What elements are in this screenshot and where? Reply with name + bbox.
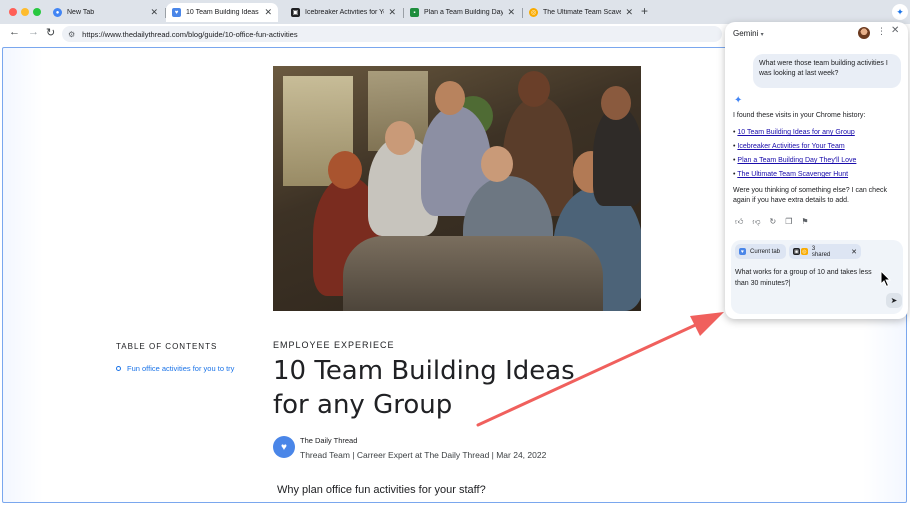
regenerate-icon[interactable]: ↻ [770,217,777,227]
close-tab-icon[interactable]: ✕ [507,7,515,18]
thumbs-down-icon[interactable]: 👎︎ [752,217,760,227]
person-head [481,146,513,182]
prompt-input[interactable]: What works for a group of 10 and takes l… [735,267,885,289]
chip-label: 3 shared [811,245,831,258]
tab-icebreaker[interactable]: ▣ Icebreaker Activities for Your ✕ [285,3,402,22]
tab-team-building[interactable]: ♥ 10 Team Building Ideas for a ✕ [166,3,278,22]
game-table [343,236,603,311]
scavenger-icon: ◎ [529,8,538,17]
tab-plan-day[interactable]: ▪ Plan a Team Building Day The ✕ [404,3,521,22]
tab-strip: ● New Tab ✕ ♥ 10 Team Building Ideas for… [0,0,910,24]
person-head [518,71,550,107]
prompt-composer: ♥ Current tab ▣ ◎ 3 shared ✕ What works … [731,240,903,314]
list-item: • 10 Team Building Ideas for any Group [733,129,855,136]
history-link[interactable]: The Ultimate Team Scavenger Hunt [737,171,848,178]
daily-thread-icon: ♥ [172,8,181,17]
user-prompt-bubble: What were those team building activities… [753,54,901,88]
tab-title: The Ultimate Team Scavenge [543,9,622,16]
list-item: • Plan a Team Building Day They'll Love [733,157,857,164]
person-head [385,121,415,155]
scavenger-icon: ◎ [800,248,808,255]
maximize-window-button[interactable] [33,8,41,16]
author-meta: Thread Team | Carreer Expert at The Dail… [300,450,547,460]
close-tab-icon[interactable]: ✕ [388,7,396,18]
new-tab-button[interactable]: + [641,4,648,18]
history-link[interactable]: 10 Team Building Ideas for any Group [737,129,854,136]
close-icon[interactable]: ✕ [891,25,899,36]
article-subhead: Why plan office fun activities for your … [277,484,486,496]
tab-scavenger-hunt[interactable]: ◎ The Ultimate Team Scavenge ✕ [523,3,639,22]
toc-title: TABLE OF CONTENTS [116,342,218,351]
forward-icon[interactable]: → [28,26,39,38]
list-item: • Icebreaker Activities for Your Team [733,143,845,150]
toc-item-fun-activities[interactable]: Fun office activities for you to try [116,364,234,373]
toc-bullet-icon [116,366,121,371]
tab-title: 10 Team Building Ideas for a [186,9,260,16]
reload-icon[interactable]: ↻ [46,26,55,39]
chip-label: Current tab [750,248,781,255]
gemini-title[interactable]: Gemini ▾ [733,29,764,38]
close-window-button[interactable] [9,8,17,16]
icebreaker-icon: ▣ [291,8,300,17]
current-tab-chip[interactable]: ♥ Current tab [735,244,786,259]
response-actions: 👍︎ 👎︎ ↻ ❐ ⚑ [735,217,809,227]
article-kicker: EMPLOYEE EXPERIECE [273,340,395,350]
avatar[interactable] [858,27,870,39]
gemini-sparkle-icon[interactable]: ✦ [892,4,908,20]
site-settings-icon[interactable]: ⚙ [68,30,75,39]
person-figure [593,106,641,206]
copy-icon[interactable]: ❐ [785,217,792,227]
gemini-sparkle-icon: ✦ [734,95,743,106]
history-link-list: • 10 Team Building Ideas for any Group •… [733,126,856,182]
address-bar[interactable]: ⚙ https://www.thedailythread.com/blog/gu… [62,26,722,42]
close-tab-icon[interactable]: ✕ [625,7,633,18]
response-intro: I found these visits in your Chrome hist… [733,112,866,119]
chevron-down-icon: ▾ [760,32,764,38]
daily-thread-logo-icon: ♥ [273,436,295,458]
tab-title: Icebreaker Activities for Your [305,9,384,16]
toc-item-label: Fun office activities for you to try [127,364,235,373]
article-headline: 10 Team Building Ideas for any Group [273,356,575,420]
person-head [435,81,465,115]
history-link[interactable]: Icebreaker Activities for Your Team [737,143,844,150]
person-head [328,151,362,189]
shared-tabs-chip[interactable]: ▣ ◎ 3 shared ✕ [789,244,861,259]
minimize-window-button[interactable] [21,8,29,16]
close-icon[interactable]: ✕ [851,248,857,256]
response-outro: Were you thinking of something else? I c… [733,187,887,204]
mouse-cursor-icon [880,270,892,288]
send-icon[interactable]: ➤ [886,293,902,308]
close-tab-icon[interactable]: ✕ [150,7,158,18]
author-name[interactable]: The Daily Thread [300,436,357,445]
list-item: • The Ultimate Team Scavenger Hunt [733,171,849,178]
tab-title: Plan a Team Building Day The [424,9,504,16]
daily-thread-icon: ♥ [739,248,746,255]
person-head [601,86,631,120]
icebreaker-icon: ▣ [793,248,800,255]
hero-image [273,66,641,311]
close-tab-icon[interactable]: ✕ [264,7,272,18]
tab-new-tab[interactable]: ● New Tab ✕ [47,3,164,22]
plan-icon: ▪ [410,8,419,17]
gemini-title-text: Gemini [733,29,759,38]
history-link[interactable]: Plan a Team Building Day They'll Love [737,157,856,164]
url-text: https://www.thedailythread.com/blog/guid… [82,29,298,39]
back-icon[interactable]: ← [9,26,20,38]
flag-icon[interactable]: ⚑ [801,217,808,227]
chrome-icon: ● [53,8,62,17]
thumbs-up-icon[interactable]: 👍︎ [735,217,743,227]
tab-title: New Tab [67,9,95,16]
more-options-icon[interactable]: ⋮ [877,26,886,37]
